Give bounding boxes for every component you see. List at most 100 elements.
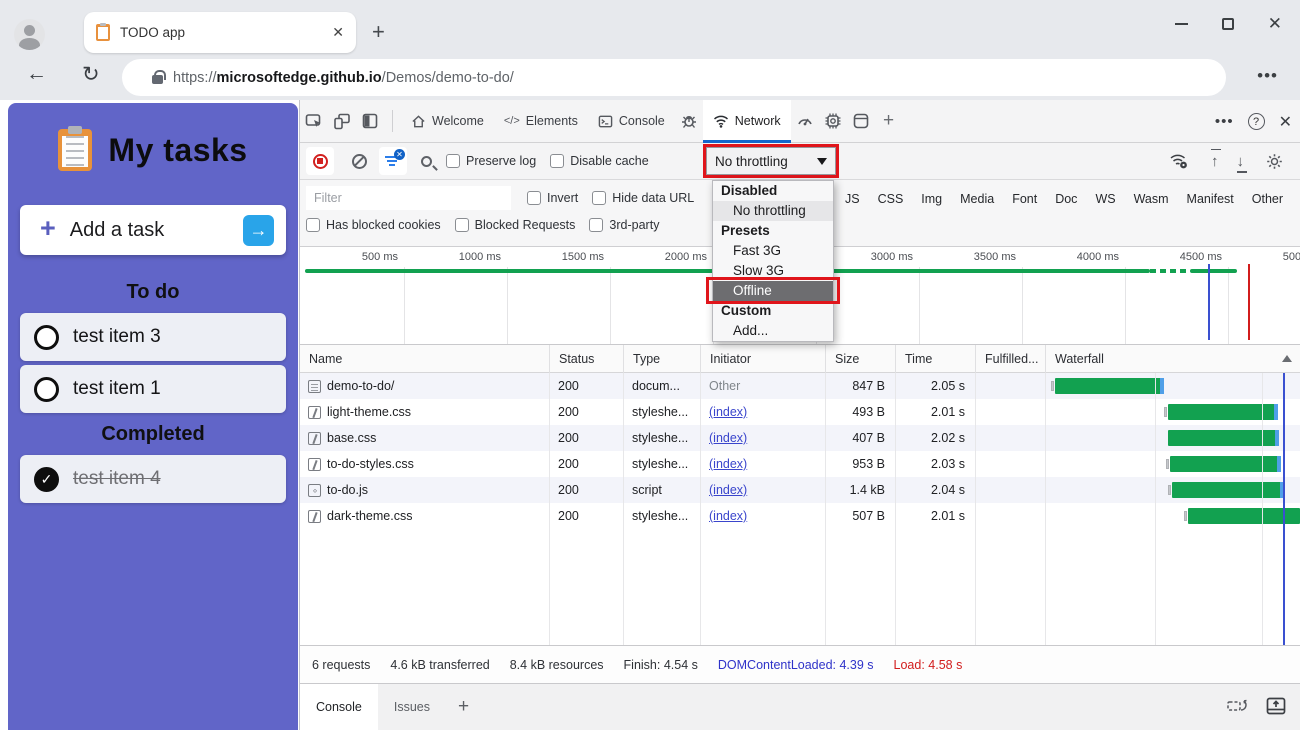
blocked-requests-checkbox[interactable] [454, 218, 469, 232]
request-name-cell[interactable]: base.css [300, 425, 549, 451]
table-row[interactable]: demo-to-do/200 docum... Other 847 B 2.05 s [300, 373, 1300, 399]
devtools-more-menu-icon[interactable]: ••• [1215, 113, 1234, 130]
has-blocked-cookies-checkbox[interactable] [306, 218, 320, 232]
add-task-card[interactable]: + Add a task → [20, 205, 286, 255]
table-row[interactable]: to-do-styles.css 200 styleshe... (index) 953… [300, 451, 1300, 477]
rotate-preview-icon[interactable] [1226, 697, 1248, 718]
submit-task-button[interactable]: → [243, 214, 274, 246]
table-row[interactable]: light-theme.css 200 styleshe... (index) 493 … [300, 399, 1300, 425]
column-header-status[interactable]: Status [549, 345, 623, 373]
column-header-waterfall[interactable]: Waterfall [1045, 345, 1300, 373]
add-panel-button[interactable]: + [875, 107, 903, 135]
window-close-button[interactable]: ✕ [1268, 15, 1282, 32]
table-row[interactable]: dark-theme.css 200 styleshe... (index) 507 B… [300, 503, 1300, 529]
refresh-button[interactable]: ↻ [82, 62, 100, 87]
filter-input[interactable] [306, 186, 511, 210]
throttling-option-fast-3g[interactable]: Fast 3G [713, 241, 833, 261]
profile-avatar[interactable] [14, 19, 45, 50]
initiator-link[interactable]: (index) [709, 509, 747, 523]
hide-data-url-checkbox[interactable] [592, 191, 607, 205]
request-name-cell[interactable]: ‹› to-do.js [300, 477, 549, 503]
new-tab-button[interactable]: + [372, 21, 385, 43]
browser-tab[interactable]: TODO app ✕ [84, 12, 356, 53]
task-item[interactable]: test item 1 [20, 365, 286, 413]
drawer-tab-console[interactable]: Console [300, 684, 378, 730]
request-name-cell[interactable]: to-do-styles.css [300, 451, 549, 477]
waterfall-bar[interactable] [1169, 456, 1281, 472]
table-row[interactable]: ‹› to-do.js 200 script (index) 1.4 kB 2.04 s [300, 477, 1300, 503]
column-header-name[interactable]: Name [300, 345, 549, 373]
throttling-option-add-[interactable]: Add... [713, 321, 833, 341]
resource-filter-wasm[interactable]: Wasm [1134, 192, 1169, 206]
initiator-link[interactable]: (index) [709, 483, 747, 497]
disable-cache-checkbox[interactable] [550, 154, 565, 168]
resource-filter-doc[interactable]: Doc [1055, 192, 1077, 206]
back-button[interactable]: ← [26, 62, 47, 86]
waterfall-bar[interactable] [1054, 378, 1165, 394]
device-emulation-icon[interactable] [328, 107, 356, 135]
drawer-tab-issues[interactable]: Issues [378, 684, 446, 730]
memory-chip-icon[interactable] [819, 107, 847, 135]
throttling-option-offline[interactable]: Offline [713, 281, 833, 301]
window-minimize-button[interactable] [1174, 23, 1188, 25]
window-maximize-button[interactable] [1221, 18, 1234, 30]
throttling-dropdown[interactable]: No throttling [703, 144, 839, 178]
column-header-time[interactable]: Time [895, 345, 975, 373]
request-name-cell[interactable]: demo-to-do/ [300, 373, 549, 399]
request-name-cell[interactable]: light-theme.css [300, 399, 549, 425]
lock-icon[interactable] [152, 70, 166, 84]
application-panel-icon[interactable] [847, 107, 875, 135]
performance-gauge-icon[interactable] [791, 107, 819, 135]
resource-filter-js[interactable]: JS [845, 192, 860, 206]
resource-filter-css[interactable]: CSS [878, 192, 904, 206]
throttling-option-no-throttling[interactable]: No throttling [713, 201, 833, 221]
activity-bar-toggle-icon[interactable] [356, 107, 384, 135]
resource-filter-media[interactable]: Media [960, 192, 994, 206]
request-name-cell[interactable]: dark-theme.css [300, 503, 549, 529]
task-item[interactable]: test item 3 [20, 313, 286, 361]
browser-settings-menu-icon[interactable]: ••• [1257, 66, 1278, 86]
resource-filter-manifest[interactable]: Manifest [1187, 192, 1234, 206]
network-conditions-icon[interactable] [1165, 147, 1193, 175]
waterfall-bar[interactable] [1171, 482, 1284, 498]
task-checkbox-circle[interactable]: ✓ [34, 466, 59, 492]
column-header-size[interactable]: Size [825, 345, 895, 373]
preserve-log-checkbox[interactable] [446, 154, 460, 168]
throttling-option-slow-3g[interactable]: Slow 3G [713, 261, 833, 281]
column-header-type[interactable]: Type [623, 345, 700, 373]
import-har-icon[interactable]: ↑ [1211, 148, 1221, 170]
address-bar[interactable]: https://microsoftedge.github.io/Demos/de… [122, 59, 1226, 96]
tab-close-icon[interactable]: ✕ [332, 24, 344, 41]
bug-icon[interactable] [675, 107, 703, 135]
network-settings-gear-icon[interactable] [1260, 147, 1288, 175]
inspect-element-icon[interactable] [300, 107, 328, 135]
drawer-add-tab-button[interactable]: + [458, 696, 469, 718]
sort-ascending-icon[interactable] [1282, 355, 1292, 362]
initiator-link[interactable]: (index) [709, 431, 747, 445]
table-row[interactable]: base.css 200 styleshe... (index) 407 B 2.02 s [300, 425, 1300, 451]
tab-welcome[interactable]: Welcome [401, 100, 494, 143]
tab-network[interactable]: Network [702, 99, 791, 143]
tab-elements[interactable]: </> Elements [494, 100, 588, 143]
invert-checkbox[interactable] [527, 191, 541, 205]
export-har-icon[interactable]: ↓ [1236, 153, 1247, 173]
third-party-checkbox[interactable] [589, 218, 604, 232]
initiator-link[interactable]: (index) [709, 405, 747, 419]
resource-filter-font[interactable]: Font [1012, 192, 1037, 206]
task-item[interactable]: ✓ test item 4 [20, 455, 286, 503]
column-header-fulfilled[interactable]: Fulfilled... [975, 345, 1045, 373]
resource-filter-ws[interactable]: WS [1095, 192, 1115, 206]
task-checkbox-circle[interactable] [34, 376, 59, 402]
initiator-link[interactable]: (index) [709, 457, 747, 471]
search-icon[interactable] [421, 155, 432, 167]
devtools-close-icon[interactable]: ✕ [1279, 112, 1292, 132]
resource-filter-img[interactable]: Img [921, 192, 942, 206]
resource-filter-other[interactable]: Other [1252, 192, 1283, 206]
column-header-initiator[interactable]: Initiator [700, 345, 825, 373]
record-network-log-button[interactable] [306, 147, 334, 175]
expand-quick-view-icon[interactable] [1266, 697, 1286, 718]
add-task-label[interactable]: Add a task [70, 219, 243, 242]
task-checkbox-circle[interactable] [34, 324, 59, 350]
clear-network-log-icon[interactable] [352, 153, 367, 169]
devtools-help-icon[interactable]: ? [1247, 113, 1265, 130]
